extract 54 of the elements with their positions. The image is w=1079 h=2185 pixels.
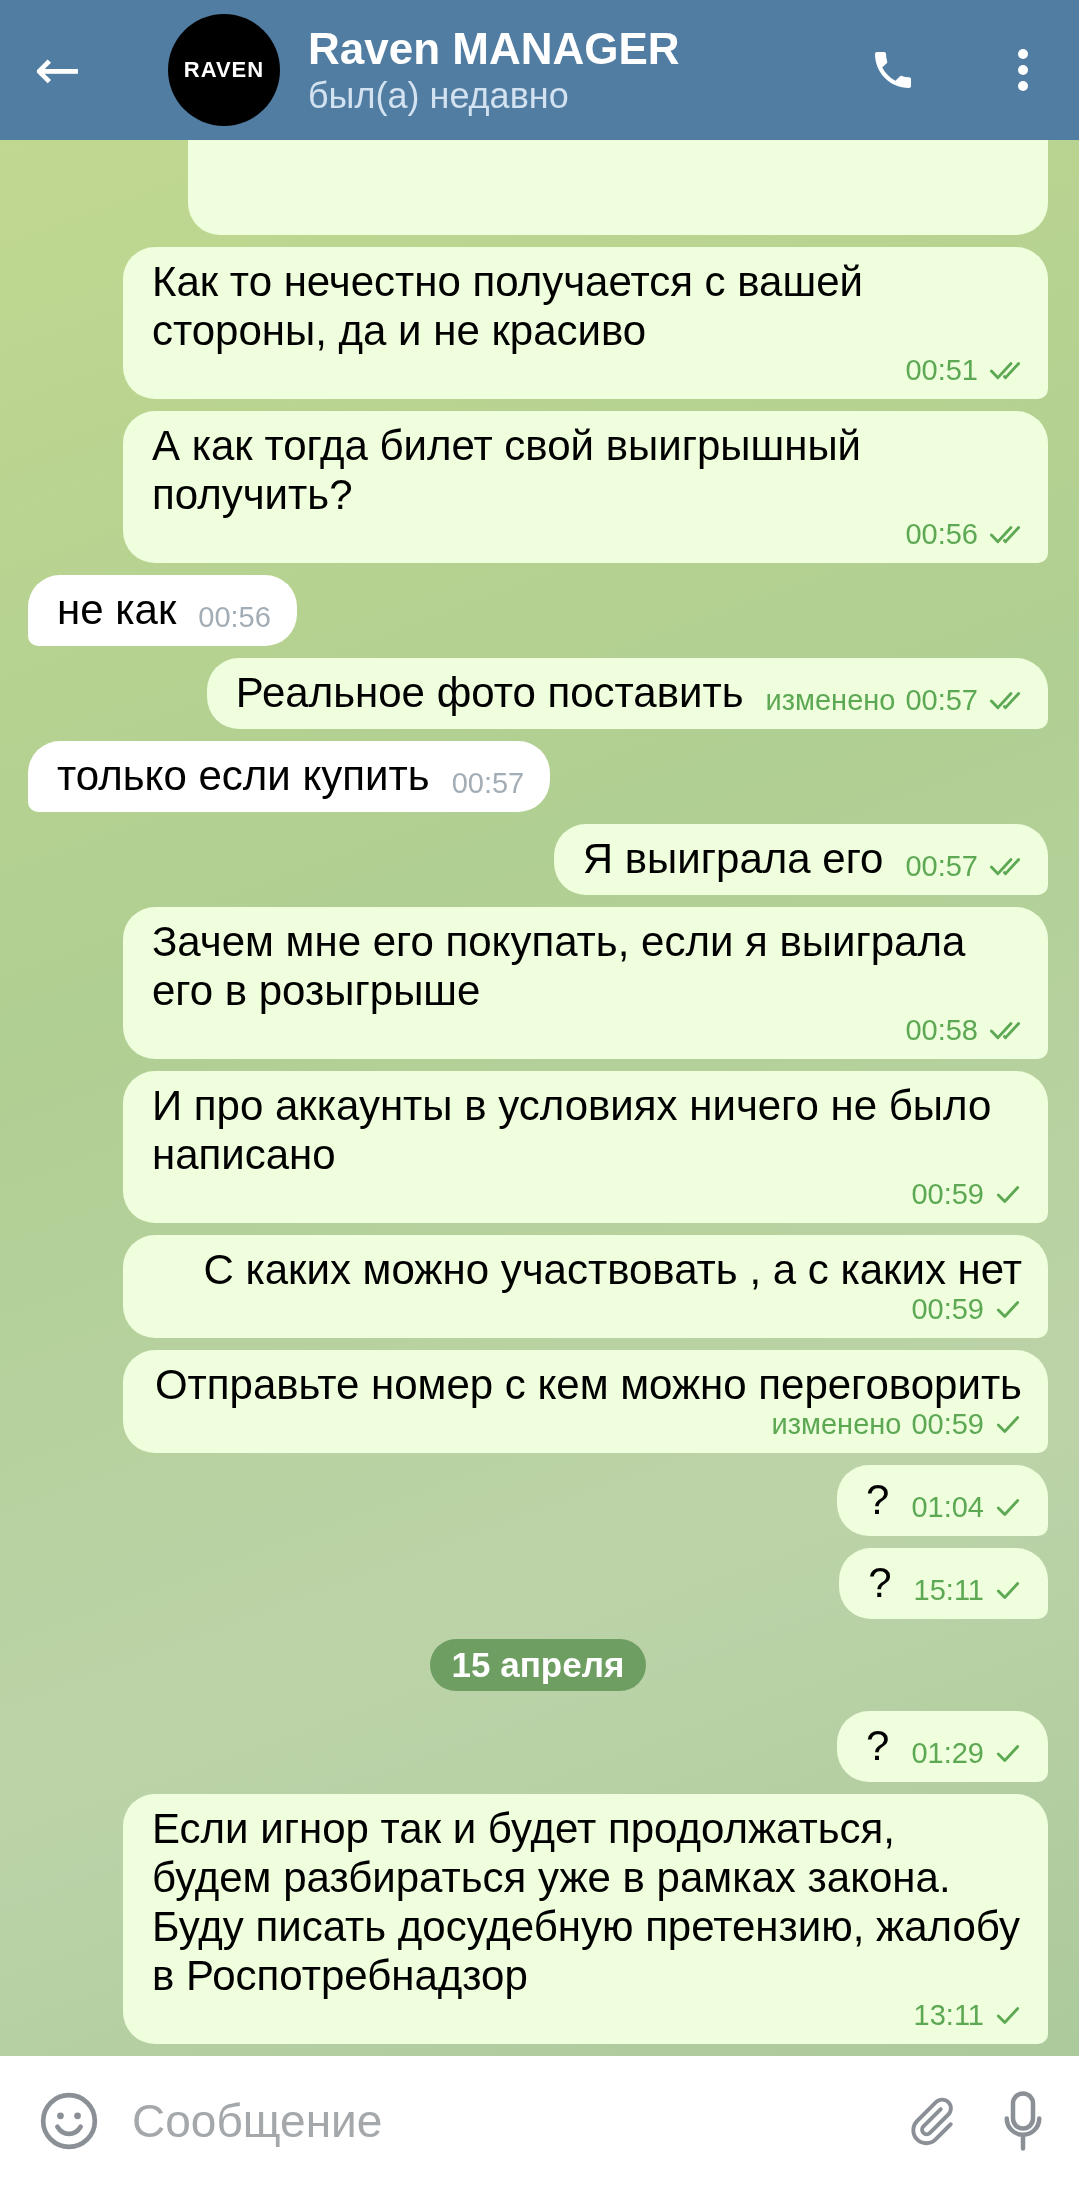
message-bubble[interactable]: ? 01:29: [837, 1711, 1048, 1782]
message-bubble[interactable]: Отправьте номер с кем можно переговорить изменено 00:59: [123, 1350, 1048, 1453]
message-text: С каких можно участвовать , а с каких нет: [203, 1245, 1022, 1294]
message-time: 00:51: [905, 355, 978, 385]
message-bubble[interactable]: И про аккаунты в условиях ничего не было написано 00:59: [123, 1071, 1048, 1223]
message-text: А как тогда билет свой выигрышный получить?: [152, 421, 863, 519]
message-time: 01:29: [911, 1738, 984, 1768]
last-seen-status: был(а) недавно: [308, 75, 570, 117]
message-time: 00:58: [905, 1015, 978, 1045]
message-time: 01:04: [911, 1492, 984, 1522]
message-text: Как то нечестно получается с вашей стороны, да и не красиво: [152, 257, 864, 355]
avatar-logo-text: RAVEN: [183, 57, 265, 83]
back-button[interactable]: ←: [34, 42, 154, 98]
avatar[interactable]: RAVEN: [168, 14, 280, 126]
message-text: ?: [868, 1558, 892, 1607]
message-text: Реальное фото поставить: [235, 668, 744, 717]
message-text: ?: [866, 1475, 890, 1524]
message-bubble[interactable]: только если купить 00:57: [28, 741, 551, 812]
message-bubble[interactable]: ? 15:11: [839, 1548, 1048, 1619]
message-bubble[interactable]: не как 00:56: [28, 575, 297, 646]
message-bubble[interactable]: А как тогда билет свой выигрышный получить? 00:56: [123, 411, 1048, 563]
microphone-icon[interactable]: [1003, 2090, 1043, 2151]
message-time: 00:56: [198, 602, 271, 632]
message-time: 00:59: [911, 1179, 984, 1209]
message-bubble[interactable]: Я выиграла его 00:57: [553, 824, 1048, 895]
message-bubble[interactable]: ? 01:04: [837, 1465, 1048, 1536]
message-bubble[interactable]: Зачем мне его покупать, если я выиграла его в розыгрыше 00:58: [123, 907, 1048, 1059]
message-text: не как: [57, 585, 177, 634]
message-time: 13:11: [913, 2000, 984, 2030]
message-text: Отправьте номер с кем можно переговорить: [154, 1360, 1022, 1409]
message-text: И про аккаунты в условиях ничего не было написано: [152, 1081, 993, 1179]
edited-label: изменено: [771, 1409, 902, 1439]
message-bubble[interactable]: Как то нечестно получается с вашей стороны, да и не красиво 00:51: [123, 247, 1048, 399]
message-bubble[interactable]: Если игнор так и будет продолжаться, будем разбираться уже в рамках закона. Буду писать досудебную претензию, жалобу в Роспотребнадзор 13:11: [123, 1794, 1048, 2044]
edited-label: изменено: [765, 685, 896, 715]
message-text: Зачем мне его покупать, если я выиграла его в розыгрыше: [152, 917, 967, 1015]
message-text: ?: [866, 1721, 890, 1770]
chat-title[interactable]: Raven MANAGER: [308, 23, 869, 75]
message-time: 00:57: [451, 768, 525, 798]
message-bubble[interactable]: С каких можно участвовать , а с каких нет 00:59: [123, 1235, 1048, 1338]
message-text: Я выиграла его: [582, 834, 884, 883]
message-composer[interactable]: Сообщение: [0, 2056, 1079, 2185]
message-input[interactable]: Сообщение: [130, 2092, 905, 2149]
date-divider: 15 апреля: [429, 1639, 647, 1691]
message-time: 00:59: [911, 1294, 984, 1324]
message-time: 00:56: [905, 519, 978, 549]
message-time: 00:57: [905, 685, 978, 715]
message-time: 15:11: [913, 1575, 984, 1605]
message-time: 00:57: [905, 851, 978, 881]
message-text: Если игнор так и будет продолжаться, будем разбираться уже в рамках закона. Буду писать досудебную претензию, жалобу в Роспотребнадзор: [152, 1804, 1021, 2000]
message-bubble[interactable]: Реальное фото поставить изменено 00:57: [206, 658, 1048, 729]
message-text: только если купить: [57, 751, 430, 800]
message-time: 00:59: [911, 1409, 984, 1439]
menu-icon[interactable]: [1017, 48, 1029, 92]
